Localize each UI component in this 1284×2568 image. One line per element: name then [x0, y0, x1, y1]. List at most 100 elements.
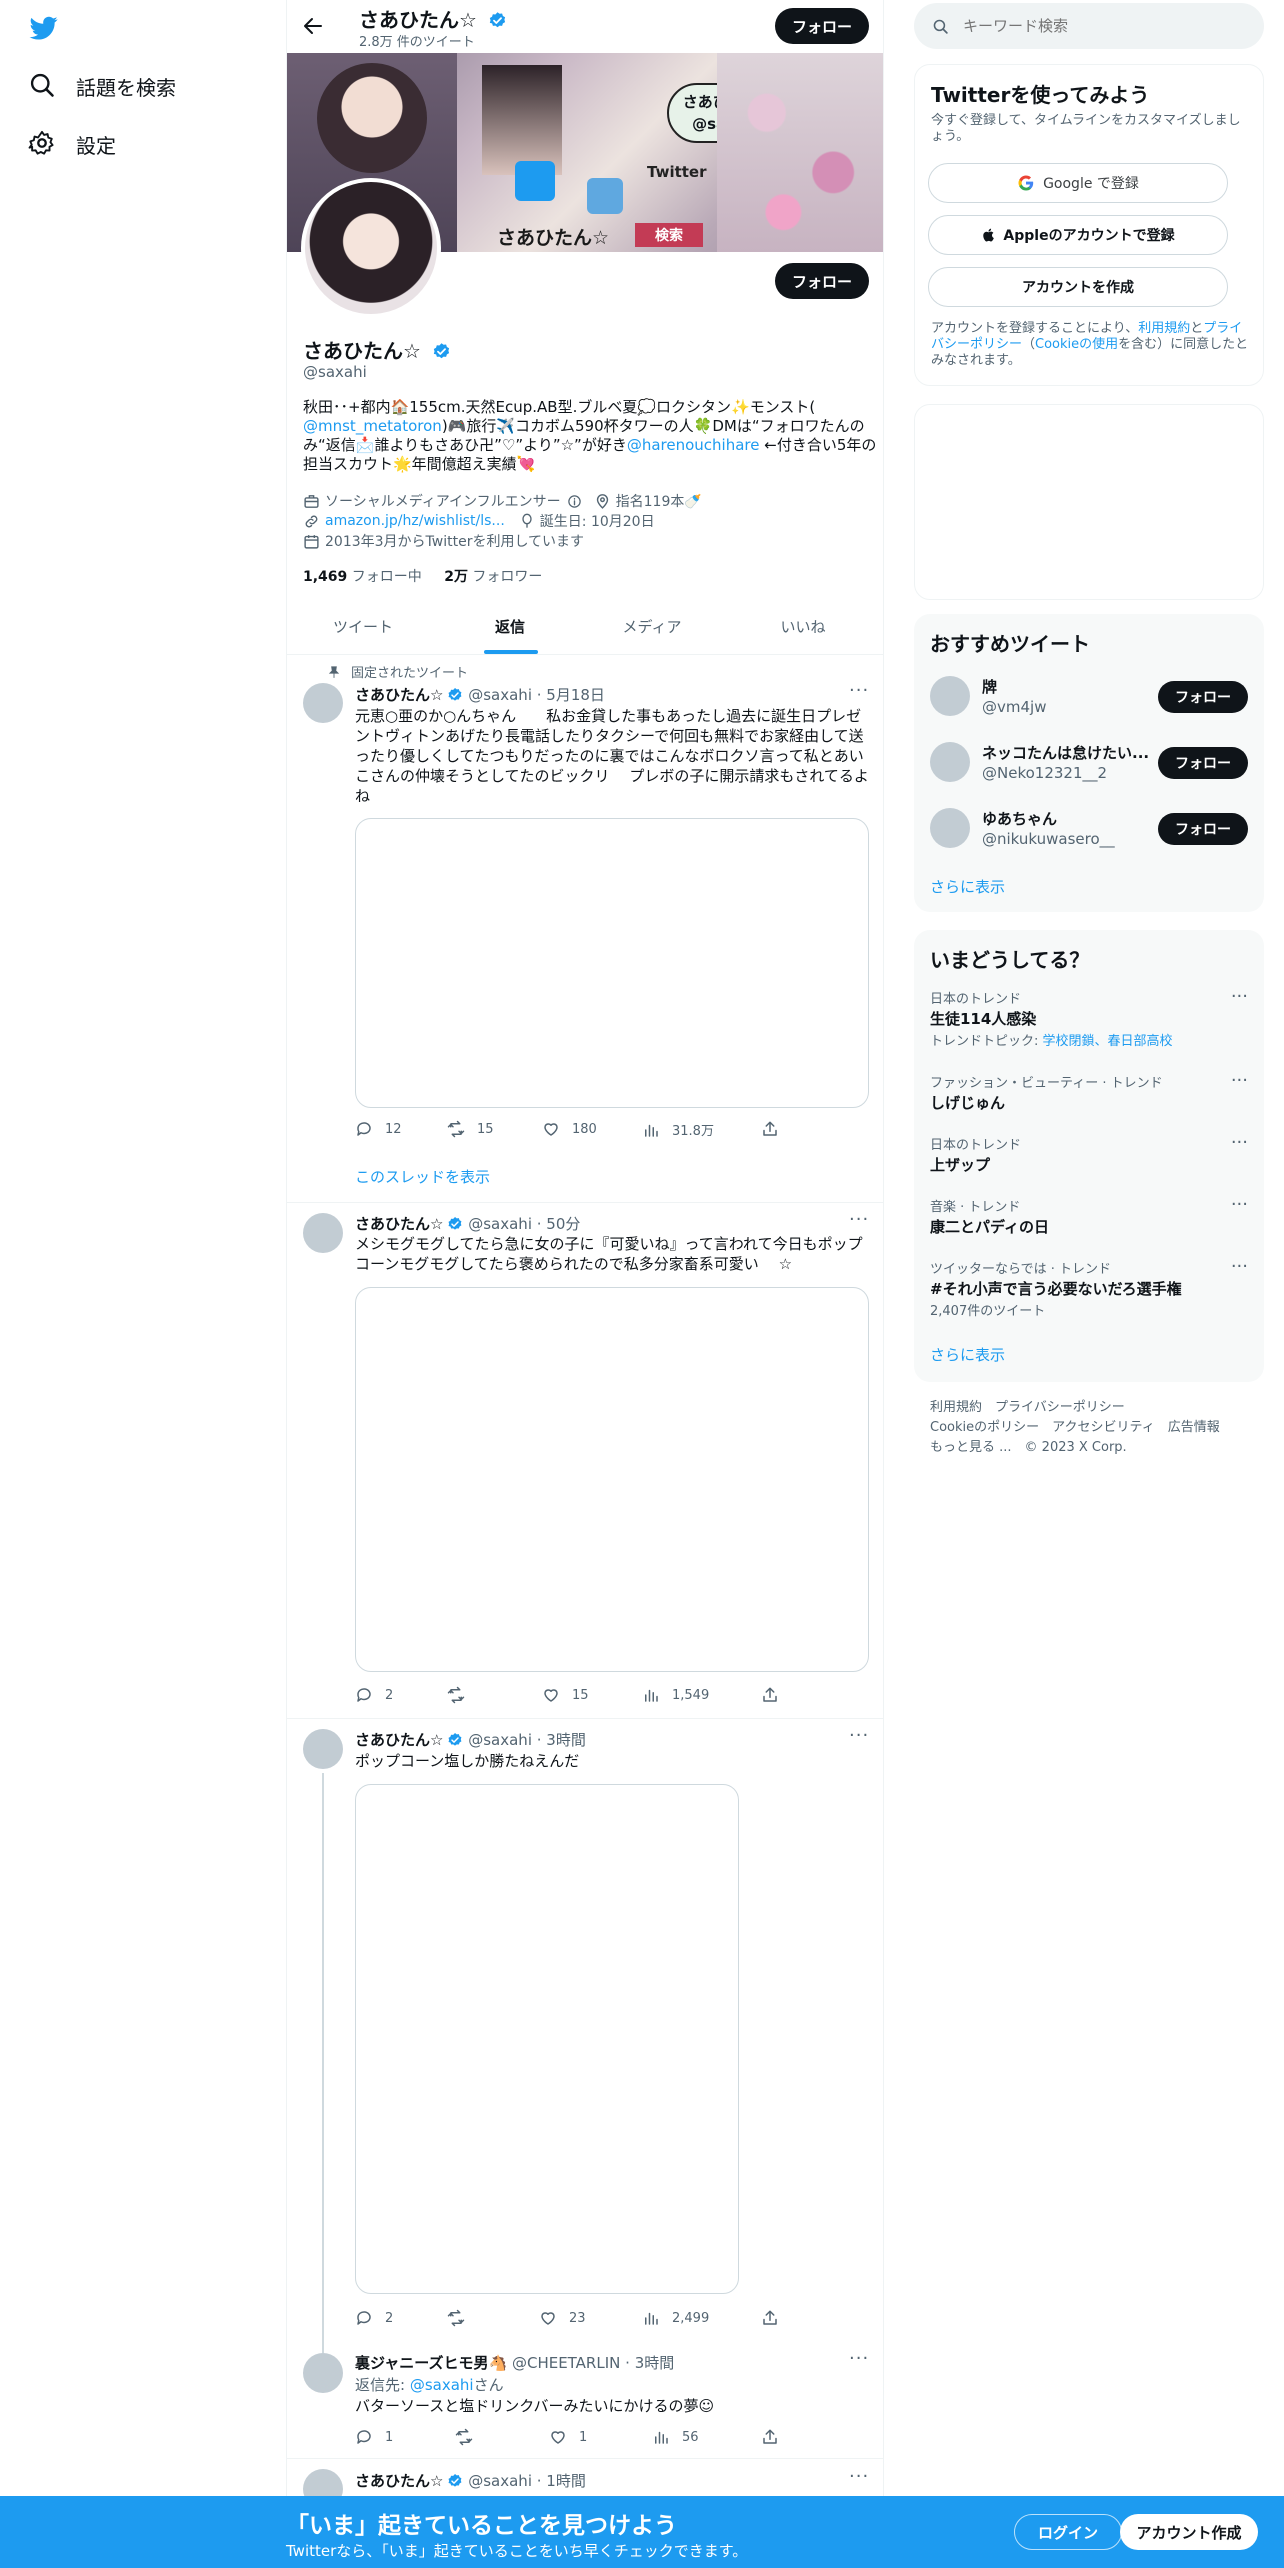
trend-item[interactable]: 音楽 · トレンド 康二とパディの日 ···	[914, 1194, 1264, 1240]
more-options-icon[interactable]: ···	[1231, 1070, 1248, 1091]
tweet-media[interactable]	[355, 818, 869, 1108]
more-options-icon[interactable]: ···	[849, 2348, 869, 2369]
views-button[interactable]: 2,499	[642, 2309, 709, 2327]
profile-url-link[interactable]: amazon.jp/hz/wishlist/ls...	[325, 513, 505, 529]
tab-tweets[interactable]: ツイート	[287, 598, 439, 654]
nav-explore[interactable]: 話題を検索	[28, 71, 176, 101]
show-thread-link[interactable]: このスレッドを表示	[355, 1166, 490, 1187]
tweet-author-handle[interactable]: @CHEETARLIN	[512, 2354, 620, 2372]
share-icon[interactable]	[761, 2309, 791, 2327]
tweet-media[interactable]	[355, 1287, 869, 1672]
reply-button[interactable]: 2	[355, 2309, 393, 2327]
recommend-follow-button[interactable]: フォロー	[1158, 681, 1248, 713]
like-button[interactable]: 1	[549, 2428, 587, 2446]
tweet-author-handle[interactable]: @saxahi	[468, 1215, 532, 1233]
footer-cookie-link[interactable]: Cookieのポリシー	[930, 1420, 1039, 1435]
footer-more-link[interactable]: もっと見る ...	[930, 1440, 1012, 1455]
more-options-icon[interactable]: ···	[1231, 1132, 1248, 1153]
recommend-follow-button[interactable]: フォロー	[1158, 813, 1248, 845]
share-icon[interactable]	[761, 2428, 791, 2446]
more-options-icon[interactable]: ···	[849, 2466, 869, 2487]
tab-likes[interactable]: いいね	[723, 598, 883, 654]
tweet-time[interactable]: · 1時間	[537, 2472, 586, 2490]
more-options-icon[interactable]: ···	[849, 1209, 869, 1230]
tweet-author-handle[interactable]: @saxahi	[468, 686, 532, 704]
user-name[interactable]: ネッコたんは怠けたい...	[982, 742, 1152, 763]
tweet-avatar[interactable]	[303, 683, 343, 723]
user-name[interactable]: 牌	[982, 676, 997, 697]
nav-settings[interactable]: 設定	[28, 129, 116, 159]
retweet-button[interactable]	[447, 1686, 477, 1704]
more-options-icon[interactable]: ···	[1231, 1256, 1248, 1277]
share-icon[interactable]	[761, 1686, 791, 1704]
reply-to-mention-link[interactable]: @saxahi	[410, 2376, 474, 2394]
cookie-link[interactable]: Cookieの使用	[1035, 337, 1118, 352]
trend-item[interactable]: 日本のトレンド 上ザップ ···	[914, 1132, 1264, 1178]
tweet-author-name[interactable]: 裏ジャニーズヒモ男🐴	[355, 2354, 507, 2372]
retweet-button[interactable]	[447, 2309, 477, 2327]
reply-button[interactable]: 2	[355, 1686, 393, 1704]
user-avatar[interactable]	[930, 742, 970, 782]
trends-more-link[interactable]: さらに表示	[930, 1344, 1005, 1365]
views-button[interactable]: 31.8万	[642, 1120, 714, 1139]
footer-privacy-link[interactable]: プライバシーポリシー	[995, 1400, 1125, 1415]
tab-replies[interactable]: 返信	[439, 598, 581, 654]
user-avatar[interactable]	[930, 808, 970, 848]
bio-mention-link[interactable]: @mnst_metatoron	[303, 417, 442, 435]
share-icon[interactable]	[761, 1120, 791, 1138]
like-button[interactable]: 180	[542, 1120, 597, 1138]
retweet-button[interactable]	[455, 2428, 485, 2446]
header-follow-button[interactable]: フォロー	[775, 8, 869, 44]
footer-ads-link[interactable]: 広告情報	[1168, 1420, 1220, 1435]
tweet-time[interactable]: · 50分	[537, 1215, 581, 1233]
tweet-author-handle[interactable]: @saxahi	[468, 1731, 532, 1749]
reply-button[interactable]: 12	[355, 1120, 402, 1138]
following-link[interactable]: 1,469 フォロー中	[303, 569, 422, 585]
footer-accessibility-link[interactable]: アクセシビリティ	[1052, 1420, 1155, 1435]
tweet-author-name[interactable]: さあひたん☆	[355, 1731, 443, 1749]
tweet-avatar[interactable]	[303, 1729, 343, 1769]
more-options-icon[interactable]: ···	[1231, 986, 1248, 1007]
tweet-time[interactable]: · 5月18日	[537, 686, 605, 704]
profile-avatar[interactable]	[301, 178, 441, 318]
trend-item[interactable]: ツイッターならでは · トレンド #それ小声で言う必要ないだろ選手権 2,407…	[914, 1256, 1264, 1319]
tweet-time[interactable]: · 3時間	[625, 2354, 674, 2372]
more-options-icon[interactable]: ···	[849, 1725, 869, 1746]
create-account-button[interactable]: アカウントを作成	[928, 267, 1228, 307]
more-options-icon[interactable]: ···	[1231, 1194, 1248, 1215]
tweet-media[interactable]	[355, 1784, 739, 2294]
more-options-icon[interactable]: ···	[849, 680, 869, 701]
user-name[interactable]: ゆあちゃん	[982, 808, 1057, 829]
apple-signup-button[interactable]: Appleのアカウントで登録	[928, 215, 1228, 255]
search-box[interactable]	[914, 3, 1264, 49]
profile-follow-button[interactable]: フォロー	[775, 263, 869, 299]
like-button[interactable]: 23	[539, 2309, 586, 2327]
recommend-follow-button[interactable]: フォロー	[1158, 747, 1248, 779]
tweet-avatar[interactable]	[303, 2353, 343, 2393]
trend-item[interactable]: 日本のトレンド 生徒114人感染 トレンドトピック: 学校閉鎖、春日部高校 ··…	[914, 986, 1264, 1049]
tweet-author-handle[interactable]: @saxahi	[468, 2472, 532, 2490]
back-arrow-icon[interactable]	[301, 14, 325, 38]
tweet-author-name[interactable]: さあひたん☆	[355, 2472, 443, 2490]
google-signup-button[interactable]: Google で登録	[928, 163, 1228, 203]
info-icon[interactable]	[567, 494, 582, 509]
reply-button[interactable]: 1	[355, 2428, 393, 2446]
tweet-time[interactable]: · 3時間	[537, 1731, 586, 1749]
twitter-logo-icon[interactable]	[28, 14, 60, 42]
signup-button[interactable]: アカウント作成	[1120, 2514, 1258, 2550]
followers-link[interactable]: 2万 フォロワー	[444, 569, 542, 585]
user-avatar[interactable]	[930, 676, 970, 716]
retweet-button[interactable]: 15	[447, 1120, 494, 1138]
tab-media[interactable]: メディア	[581, 598, 723, 654]
terms-link[interactable]: 利用規約	[1138, 321, 1190, 336]
tweet-author-name[interactable]: さあひたん☆	[355, 686, 443, 704]
trend-item[interactable]: ファッション・ビューティー · トレンド しげじゅん ···	[914, 1070, 1264, 1116]
trend-topic-link[interactable]: 学校閉鎖、春日部高校	[1043, 1034, 1173, 1049]
recommended-more-link[interactable]: さらに表示	[930, 876, 1005, 897]
views-button[interactable]: 1,549	[642, 1686, 709, 1704]
views-button[interactable]: 56	[652, 2428, 699, 2446]
search-input[interactable]	[963, 17, 1243, 35]
footer-terms-link[interactable]: 利用規約	[930, 1400, 982, 1415]
tweet-author-name[interactable]: さあひたん☆	[355, 1215, 443, 1233]
bio-mention-link-2[interactable]: @harenouchihare	[627, 436, 760, 454]
